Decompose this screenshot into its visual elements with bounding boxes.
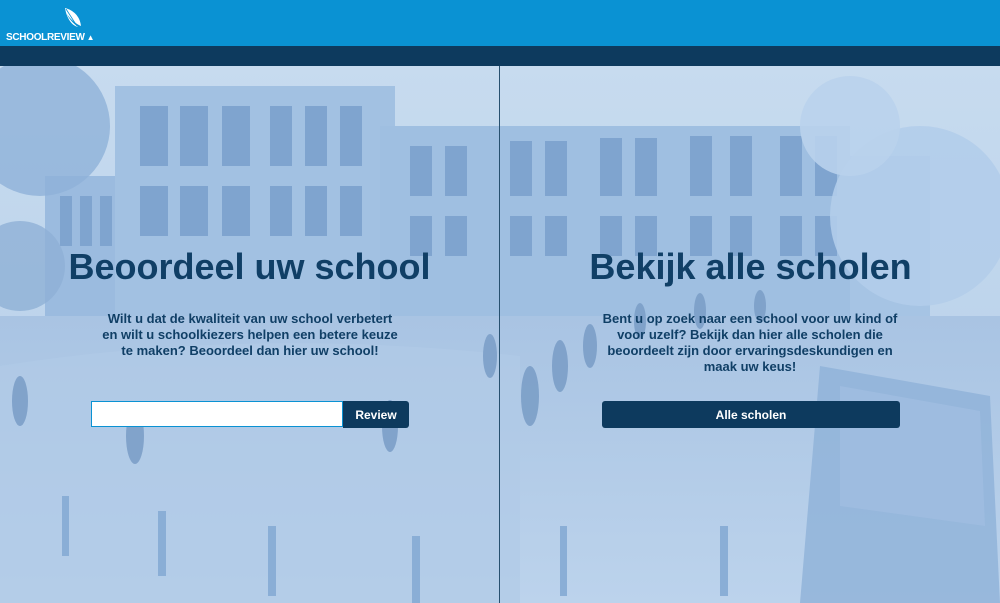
logo-text: SCHOOLREVIEW xyxy=(6,32,85,43)
hero-section: Beoordeel uw school Wilt u dat de kwalit… xyxy=(0,66,1000,603)
review-panel: Beoordeel uw school Wilt u dat de kwalit… xyxy=(0,66,500,603)
review-button[interactable]: Review xyxy=(343,401,409,428)
browse-title: Bekijk alle scholen xyxy=(589,246,912,287)
graduation-cap-icon: ▲ xyxy=(86,33,95,42)
review-description: Wilt u dat de kwaliteit van uw school ve… xyxy=(102,311,398,358)
schoolreview-logo[interactable]: SCHOOLREVIEW ▲ xyxy=(6,6,96,43)
sub-bar xyxy=(0,46,1000,66)
review-title: Beoordeel uw school xyxy=(68,246,431,287)
top-bar: SCHOOLREVIEW ▲ xyxy=(0,0,1000,46)
school-search-input[interactable] xyxy=(91,401,343,427)
browse-description: Bent u op zoek naar een school voor uw k… xyxy=(602,311,898,374)
feather-icon xyxy=(65,8,81,27)
browse-panel: Bekijk alle scholen Bent u op zoek naar … xyxy=(501,66,1000,603)
all-schools-button[interactable]: Alle scholen xyxy=(602,401,900,428)
